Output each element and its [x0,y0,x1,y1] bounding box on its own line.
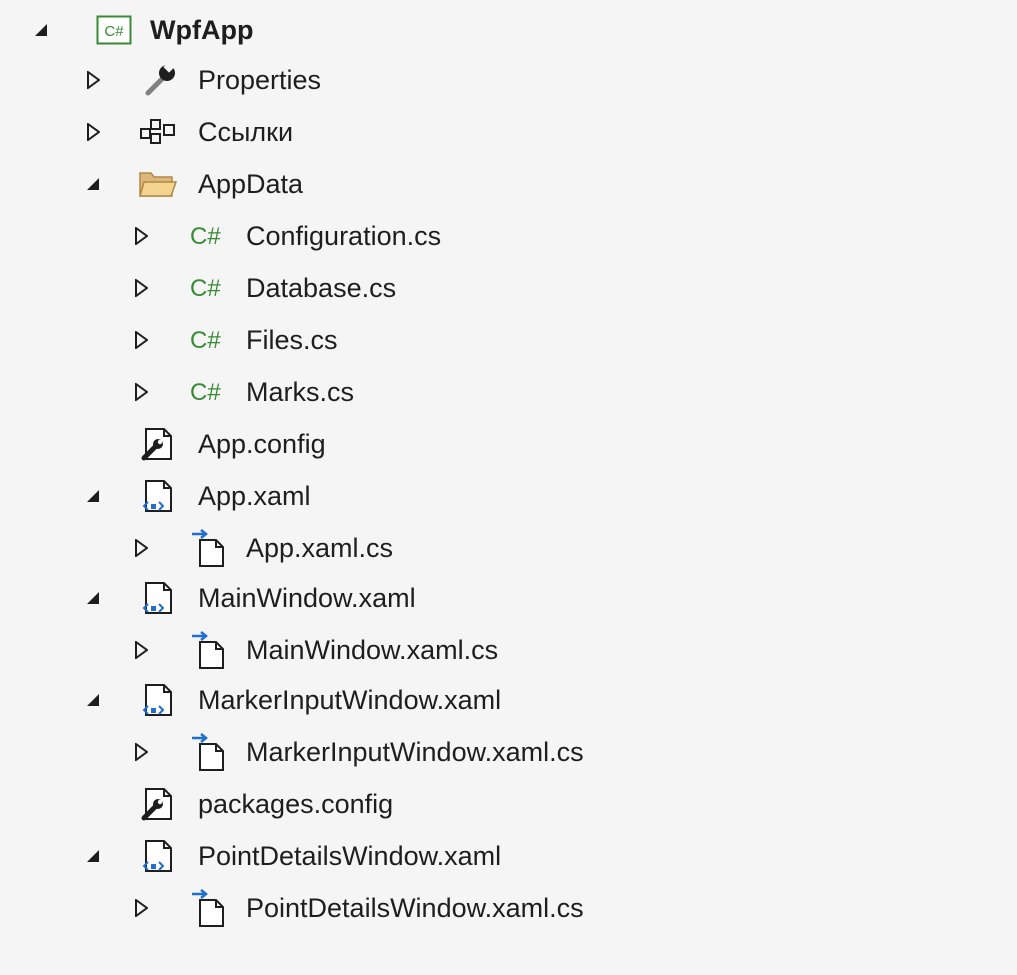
tree-item-label: AppData [198,169,304,199]
collapsed-arrow-icon[interactable] [130,537,152,559]
expanded-arrow-icon[interactable] [82,689,104,711]
svg-text:C#: C# [104,23,124,40]
csharp-file-icon: C# [188,268,228,308]
tree-item-app-config[interactable]: App.config [0,418,1017,470]
tree-item-references[interactable]: Ссылки [0,106,1017,158]
expanded-arrow-icon[interactable] [82,485,104,507]
tree-item-markerinputwindow-xaml-cs[interactable]: MarkerInputWindow.xaml.cs [0,726,1017,778]
tree-item-label: Configuration.cs [246,221,442,251]
references-icon [138,112,178,152]
tree-item-label: MainWindow.xaml [198,583,416,613]
svg-text:C#: C# [190,327,221,354]
collapsed-arrow-icon[interactable] [130,277,152,299]
xaml-file-icon [138,836,178,876]
tree-item-label: Properties [198,65,322,95]
collapsed-arrow-icon[interactable] [130,329,152,351]
wrench-icon [140,60,180,100]
tree-item-marks-cs[interactable]: C# Marks.cs [0,366,1017,418]
csharp-file-icon: C# [188,216,228,256]
expanded-arrow-icon[interactable] [82,587,104,609]
collapsed-arrow-icon[interactable] [130,741,152,763]
code-behind-file-icon [188,888,228,928]
tree-item-wpfapp[interactable]: C# WpfApp [0,4,1017,56]
csharp-project-icon: C# [94,10,134,50]
tree-item-configuration-cs[interactable]: C# Configuration.cs [0,210,1017,262]
tree-item-label: PointDetailsWindow.xaml [198,841,502,871]
tree-item-files-cs[interactable]: C# Files.cs [0,314,1017,366]
solution-explorer-tree: C# WpfApp Properties Ссылки AppData C# C… [0,0,1017,975]
tree-item-label: App.xaml [198,481,311,511]
tree-item-label: MarkerInputWindow.xaml [198,685,502,715]
expanded-arrow-icon[interactable] [30,19,52,41]
tree-item-label: Ссылки [198,117,294,147]
xaml-file-icon [138,680,178,720]
tree-item-label: Marks.cs [246,377,354,407]
collapsed-arrow-icon[interactable] [82,121,104,143]
collapsed-arrow-icon[interactable] [82,69,104,91]
code-behind-file-icon [188,528,228,568]
tree-item-label: MainWindow.xaml.cs [246,635,499,665]
tree-item-label: WpfApp [150,15,254,45]
csharp-file-icon: C# [188,320,228,360]
tree-item-app-xaml[interactable]: App.xaml [0,470,1017,522]
expanded-arrow-icon[interactable] [82,173,104,195]
folder-open-icon [138,164,178,204]
svg-text:C#: C# [190,223,221,250]
tree-item-label: Files.cs [246,325,338,355]
xaml-file-icon [138,578,178,618]
tree-item-packages-config[interactable]: packages.config [0,778,1017,830]
expanded-arrow-icon[interactable] [82,845,104,867]
config-file-icon [138,424,178,464]
tree-item-pointdetailswindow-xaml-cs[interactable]: PointDetailsWindow.xaml.cs [0,882,1017,934]
tree-item-database-cs[interactable]: C# Database.cs [0,262,1017,314]
xaml-file-icon [138,476,178,516]
tree-item-properties[interactable]: Properties [0,54,1017,106]
tree-item-mainwindow-xaml[interactable]: MainWindow.xaml [0,572,1017,624]
code-behind-file-icon [188,732,228,772]
tree-item-mainwindow-xaml-cs[interactable]: MainWindow.xaml.cs [0,624,1017,676]
code-behind-file-icon [188,630,228,670]
collapsed-arrow-icon[interactable] [130,381,152,403]
tree-item-label: App.xaml.cs [246,533,394,563]
collapsed-arrow-icon[interactable] [130,897,152,919]
collapsed-arrow-icon[interactable] [130,225,152,247]
tree-item-app-xaml-cs[interactable]: App.xaml.cs [0,522,1017,574]
tree-item-label: Database.cs [246,273,397,303]
tree-item-appdata-folder[interactable]: AppData [0,158,1017,210]
tree-item-label: PointDetailsWindow.xaml.cs [246,893,584,923]
collapsed-arrow-icon[interactable] [130,639,152,661]
tree-item-pointdetailswindow-xaml[interactable]: PointDetailsWindow.xaml [0,830,1017,882]
config-file-icon [138,784,178,824]
svg-text:C#: C# [190,275,221,302]
tree-item-markerinputwindow-xaml[interactable]: MarkerInputWindow.xaml [0,674,1017,726]
csharp-file-icon: C# [188,372,228,412]
tree-item-label: MarkerInputWindow.xaml.cs [246,737,584,767]
tree-item-label: packages.config [198,789,394,819]
svg-text:C#: C# [190,379,221,406]
tree-item-label: App.config [198,429,326,459]
